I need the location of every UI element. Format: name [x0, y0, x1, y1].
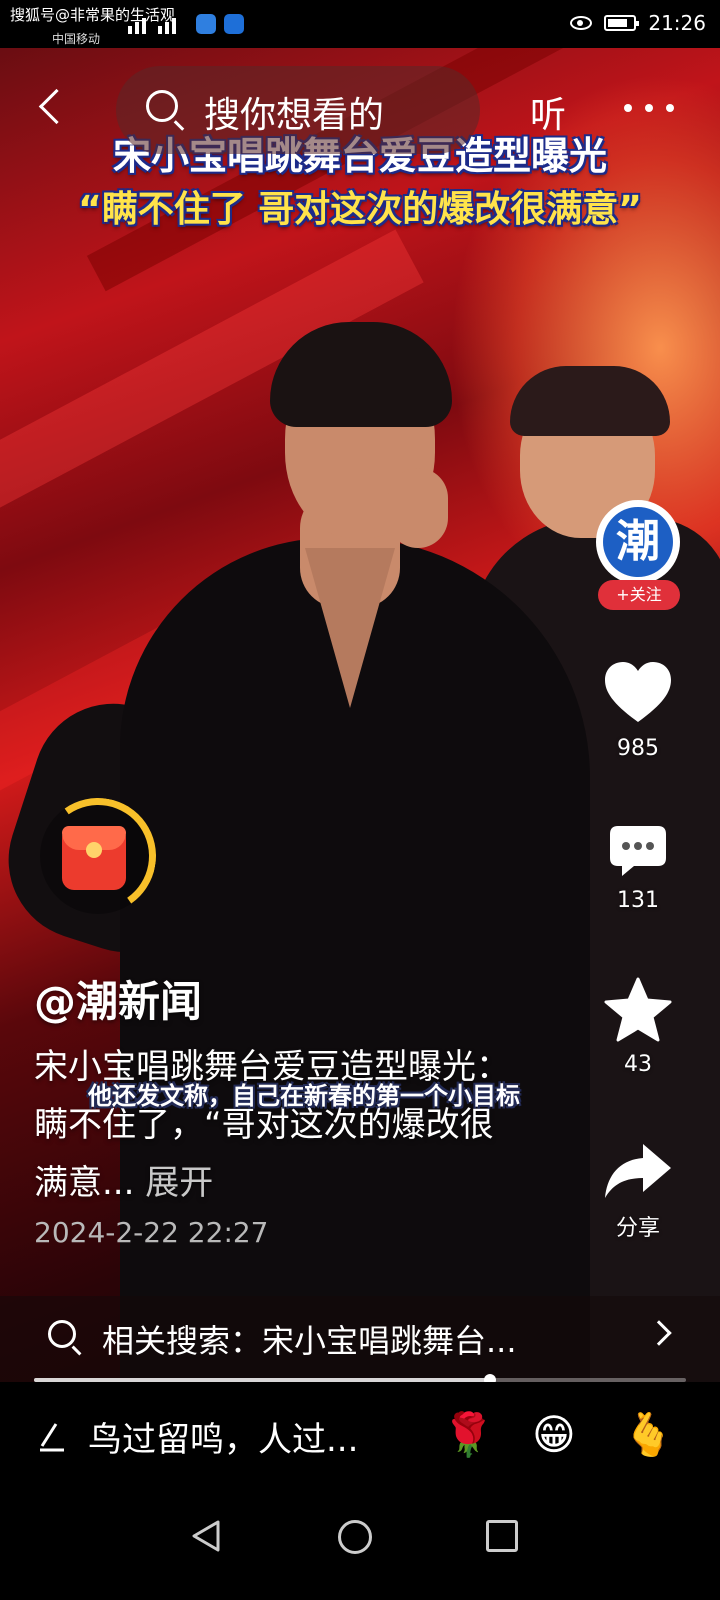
- post-description[interactable]: 宋小宝唱跳舞台爱豆造型曝光：瞒不住了，“哥对这次的爆改很满意... 展开: [34, 1038, 514, 1212]
- post-timestamp: 2024-2-22 22:27: [34, 1216, 269, 1249]
- comment-input[interactable]: 鸟过留鸣，人过...: [88, 1412, 358, 1461]
- listen-button[interactable]: 听: [530, 86, 566, 138]
- share-arrow-icon: [605, 1144, 671, 1198]
- performer-hand: [388, 468, 448, 548]
- video-headline-quote: “瞒不住了 哥对这次的爆改很满意”: [78, 189, 642, 230]
- status-right: 21:26: [570, 10, 706, 36]
- nav-home-icon[interactable]: [338, 1520, 372, 1554]
- comment-count: 131: [617, 888, 659, 913]
- search-placeholder[interactable]: 搜你想看的: [204, 86, 384, 138]
- star-icon: [604, 977, 672, 1042]
- avatar-glyph: 潮: [603, 507, 673, 577]
- related-search-text: 相关搜索：宋小宝唱跳舞台...: [102, 1322, 517, 1360]
- favorite-button[interactable]: 43: [596, 976, 680, 1077]
- battery-icon: [604, 15, 640, 31]
- status-bar: 搜狐号@非常果的生活观 中国移动 21:26: [0, 0, 720, 48]
- red-packet-icon: [62, 826, 126, 890]
- grin-emoji-button[interactable]: 😁: [532, 1410, 576, 1460]
- related-search-bar[interactable]: 相关搜索：宋小宝唱跳舞台...: [0, 1296, 720, 1382]
- app-notification-icon: [196, 14, 216, 34]
- nav-back-icon[interactable]: [188, 1518, 224, 1554]
- nav-recents-icon[interactable]: [486, 1520, 518, 1552]
- signal-icon: [128, 14, 184, 34]
- clock: 21:26: [648, 11, 706, 35]
- author-handle[interactable]: @潮新闻: [34, 968, 202, 1029]
- system-nav-bar: [0, 1490, 720, 1600]
- more-dots-icon[interactable]: [624, 104, 674, 112]
- background-person-cap: [510, 366, 670, 436]
- app-notification-icon: [224, 14, 244, 34]
- share-label: 分享: [615, 1216, 660, 1241]
- author-avatar[interactable]: 潮: [596, 500, 680, 584]
- heart-icon: [605, 662, 671, 722]
- like-count: 985: [617, 736, 659, 761]
- search-icon: [146, 90, 178, 122]
- video-subtitle: 他还发文称，自己在新春的第一个小目标: [88, 1082, 520, 1110]
- rose-emoji-button[interactable]: 🌹: [442, 1410, 494, 1460]
- comment-bar[interactable]: 鸟过留鸣，人过... 🌹 😁 🫰: [0, 1382, 720, 1490]
- expand-link[interactable]: 展开: [145, 1163, 213, 1203]
- search-icon: [48, 1320, 76, 1348]
- follow-button[interactable]: +关注: [598, 580, 680, 610]
- like-button[interactable]: 985: [596, 660, 680, 761]
- eye-comfort-icon: [570, 16, 593, 30]
- finger-heart-emoji-button[interactable]: 🫰: [622, 1410, 674, 1460]
- favorite-count: 43: [624, 1052, 652, 1077]
- chevron-right-icon: [646, 1320, 672, 1346]
- comment-bubble-icon: [610, 826, 666, 876]
- post-description-text: 宋小宝唱跳舞台爱豆造型曝光：瞒不住了，“哥对这次的爆改很满意...: [34, 1047, 510, 1203]
- share-button[interactable]: 分享: [596, 1140, 680, 1242]
- pen-icon: [40, 1423, 64, 1452]
- comment-button[interactable]: 131: [596, 822, 680, 913]
- back-chevron-icon[interactable]: [32, 86, 72, 130]
